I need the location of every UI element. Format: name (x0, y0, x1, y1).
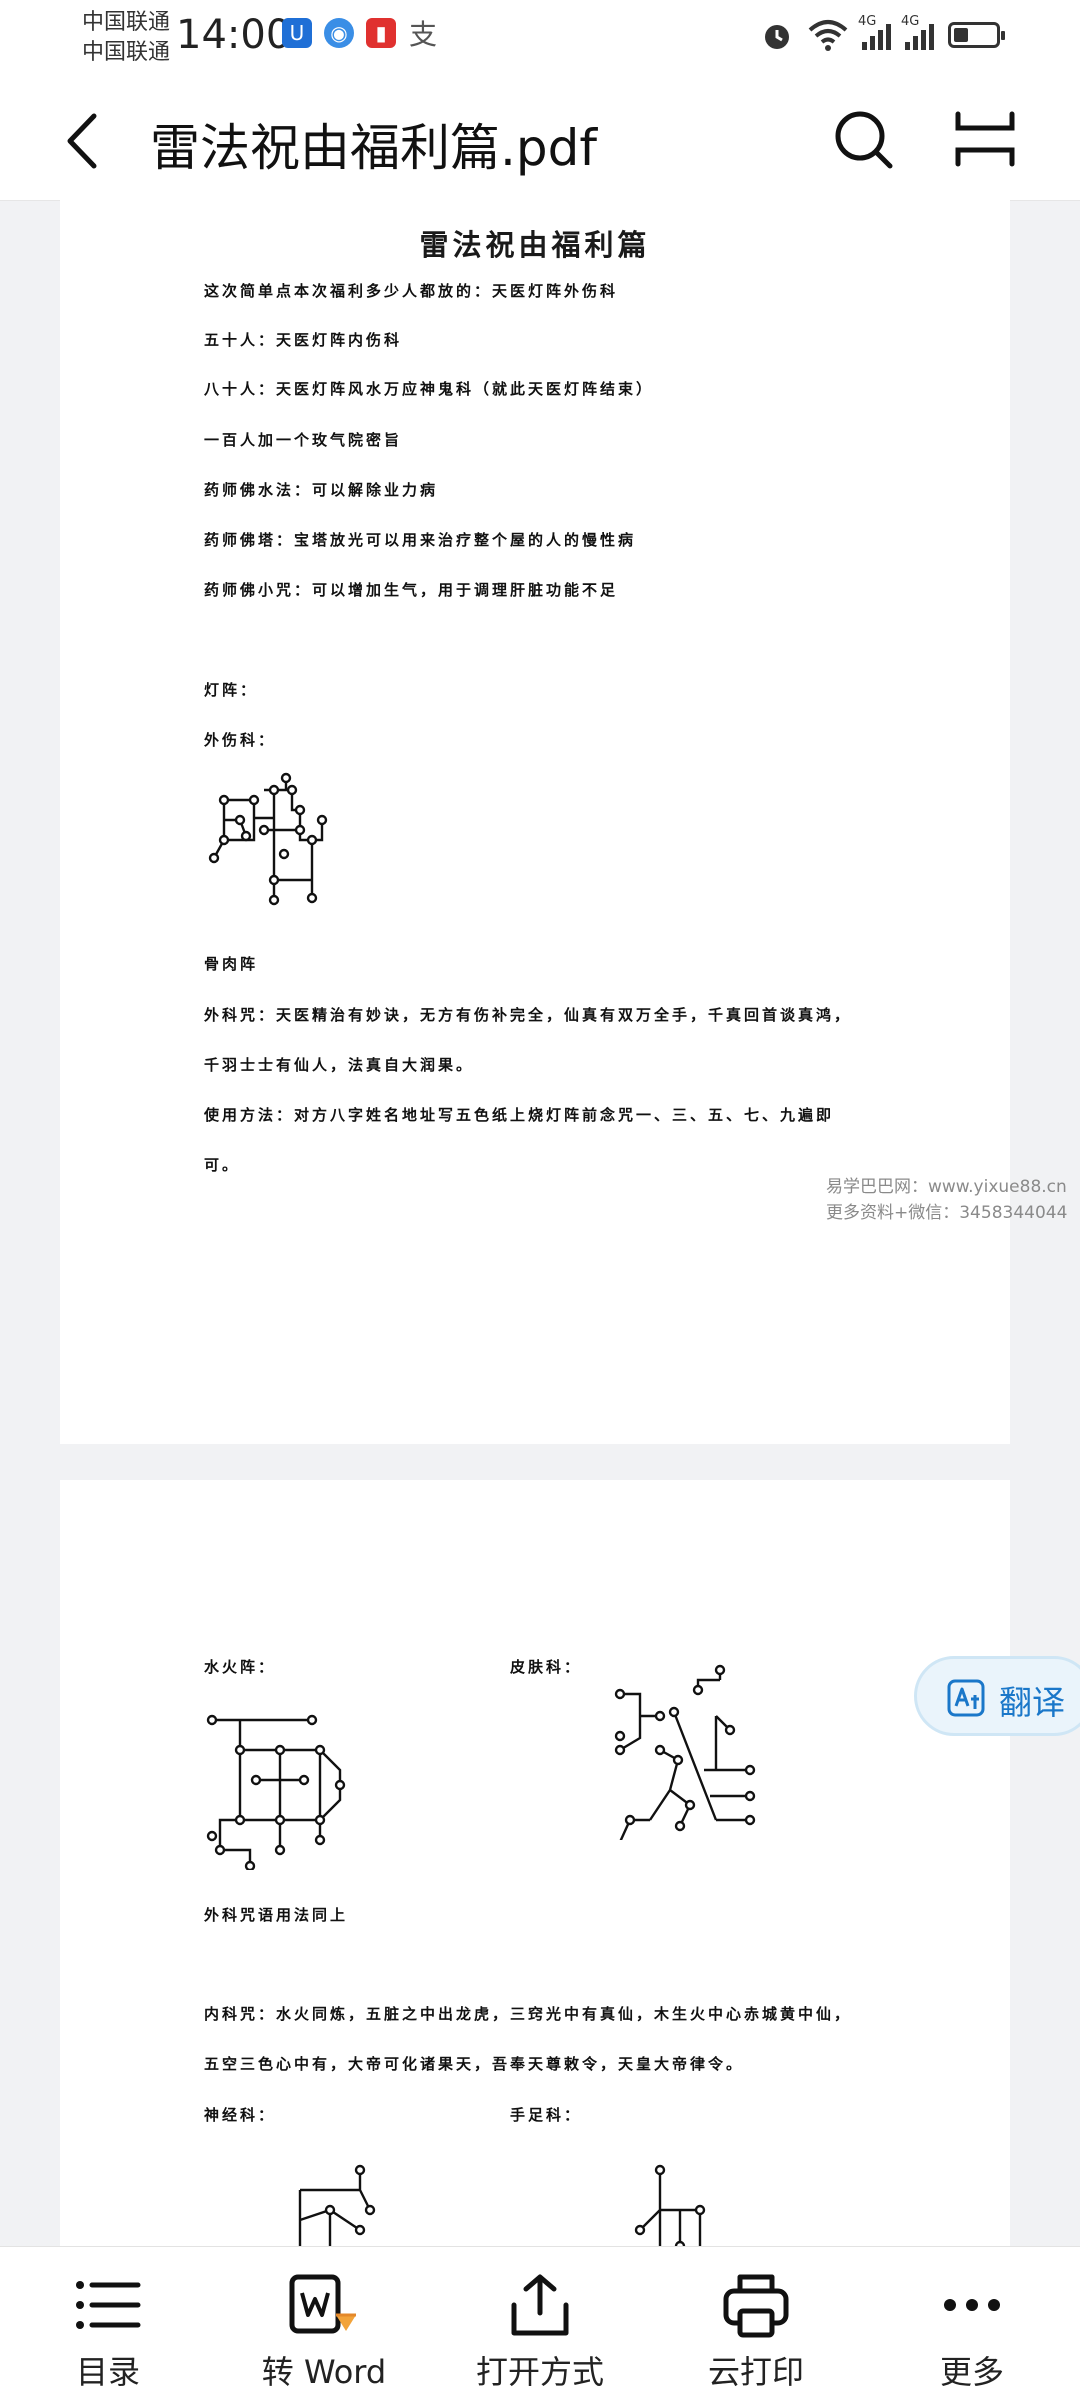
browser-app-icon: ◉ (324, 18, 354, 48)
translate-label: 翻译 (999, 1683, 1065, 1722)
search-icon[interactable] (828, 104, 898, 174)
more-icon (944, 2299, 1000, 2311)
label-external: 外伤科： (204, 731, 277, 749)
back-arrow-icon[interactable] (50, 106, 120, 176)
convert-word-icon (289, 2274, 356, 2334)
toolbar-open-with-label: 打开方式 (475, 2353, 604, 2391)
signal-2-icon: 4G (901, 14, 934, 50)
body-line: 五空三色心中有，大帝可化诸果天，吾奉天尊敕令，天皇大帝律令。 (204, 2055, 745, 2073)
watermark: 易学巴巴网：www.yixue88.cn 更多资料+微信：3458344044 (826, 1174, 1067, 1226)
carrier-1: 中国联通 (82, 10, 171, 35)
translate-button[interactable]: 翻译 (914, 1656, 1080, 1736)
list-icon (76, 2281, 141, 2329)
hand-foot-array-diagram (634, 2164, 706, 2252)
alarm-icon (765, 25, 789, 49)
shield-app-icon: U (282, 18, 312, 48)
watermark-line-1: 易学巴巴网：www.yixue88.cn (826, 1177, 1067, 1197)
clock: 14:00 (176, 12, 292, 58)
toolbar-contents-label: 目录 (75, 2353, 140, 2391)
document-line: 一百人加一个玫气院密旨 (204, 431, 403, 449)
alipay-app-icon: 支 (408, 18, 437, 51)
skin-array-diagram (614, 1664, 756, 1840)
document-title: 雷法祝由福利篇.pdf (150, 119, 597, 177)
toolbar-cloud-print-label: 云打印 (707, 2353, 804, 2391)
nerve-array-diagram (298, 2164, 376, 2250)
printer-icon (723, 2274, 789, 2338)
document-line: 药师佛小咒：可以增加生气，用于调理肝脏功能不足 (204, 581, 619, 599)
document-line: 药师佛塔：宝塔放光可以用来治疗整个屋的人的慢性病 (204, 531, 637, 549)
label-nerve: 神经科： (204, 2106, 277, 2124)
water-fire-array-diagram (206, 1714, 346, 1870)
book-app-icon: ▮ (366, 18, 396, 48)
page-heading: 雷法祝由福利篇 (419, 228, 651, 262)
toolbar-convert-word-label: 转 Word (261, 2353, 387, 2391)
title-bar: 雷法祝由福利篇.pdf (0, 78, 1080, 201)
share-open-icon (511, 2274, 569, 2336)
label-hand-foot: 手足科： (510, 2106, 583, 2124)
exit-reading-mode-icon[interactable] (950, 104, 1020, 174)
document-line: 五十人：天医灯阵内伤科 (204, 331, 403, 349)
toolbar-convert-word-button[interactable]: 转 Word (216, 2247, 432, 2401)
bottom-toolbar: 目录 转 Word 打开方式 云打印 更多 (0, 2246, 1080, 2401)
battery-icon (948, 22, 1005, 48)
document-line: 八十人：天医灯阵风水万应神鬼科（就此天医灯阵结束） (204, 380, 655, 398)
carrier-2: 中国联通 (82, 40, 171, 65)
wifi-icon (808, 20, 848, 51)
note-same-usage: 外科咒语用法同上 (204, 1906, 349, 1924)
pdf-page-2[interactable]: 水火阵： 皮肤科： 外科咒语用法同上 内科咒：水火同炼，五脏之中出龙虎，三窍光中… (60, 1480, 1010, 2260)
translate-icon (947, 1679, 985, 1717)
body-line: 使用方法：对方八字姓名地址写五色纸上烧灯阵前念咒一、三、五、七、九遍即 (204, 1106, 835, 1124)
label-bone-array: 骨肉阵 (204, 955, 259, 973)
signal-1-icon: 4G (858, 14, 891, 50)
toolbar-contents-button[interactable]: 目录 (0, 2247, 216, 2401)
document-line: 这次简单点本次福利多少人都放的：天医灯阵外伤科 (204, 282, 619, 300)
pdf-page-1[interactable]: 雷法祝由福利篇 这次简单点本次福利多少人都放的：天医灯阵外伤科 五十人：天医灯阵… (60, 200, 1010, 1444)
label-water-fire: 水火阵： (204, 1658, 277, 1676)
document-line: 药师佛水法：可以解除业力病 (204, 481, 439, 499)
toolbar-more-label: 更多 (939, 2353, 1004, 2391)
lamp-array-diagram-1 (208, 772, 328, 906)
watermark-line-2: 更多资料+微信：3458344044 (826, 1203, 1068, 1223)
body-line: 外科咒：天医精治有妙诀，无方有伤补完全，仙真有双万全手，千真回首谈真鸿， (204, 1006, 853, 1024)
system-icons: 4G 4G (760, 14, 1005, 52)
network-type-2: 4G (901, 14, 920, 29)
label-skin: 皮肤科： (510, 1658, 583, 1676)
toolbar-cloud-print-button[interactable]: 云打印 (648, 2247, 864, 2401)
label-lamp-array: 灯阵： (204, 681, 259, 699)
body-line: 内科咒：水火同炼，五脏之中出龙虎，三窍光中有真仙，木生火中心赤城黄中仙， (204, 2005, 853, 2023)
toolbar-open-with-button[interactable]: 打开方式 (432, 2247, 648, 2401)
body-line: 可。 (204, 1156, 241, 1174)
network-type-1: 4G (858, 14, 877, 29)
toolbar-more-button[interactable]: 更多 (864, 2247, 1080, 2401)
status-bar: 中国联通 中国联通 14:00 U ◉ ▮ 支 4G 4G (0, 0, 1080, 78)
notification-icons: U ◉ ▮ 支 (282, 18, 438, 51)
body-line: 千羽士士有仙人，法真自大润果。 (204, 1056, 475, 1074)
carrier-info: 中国联通 中国联通 (82, 8, 170, 68)
